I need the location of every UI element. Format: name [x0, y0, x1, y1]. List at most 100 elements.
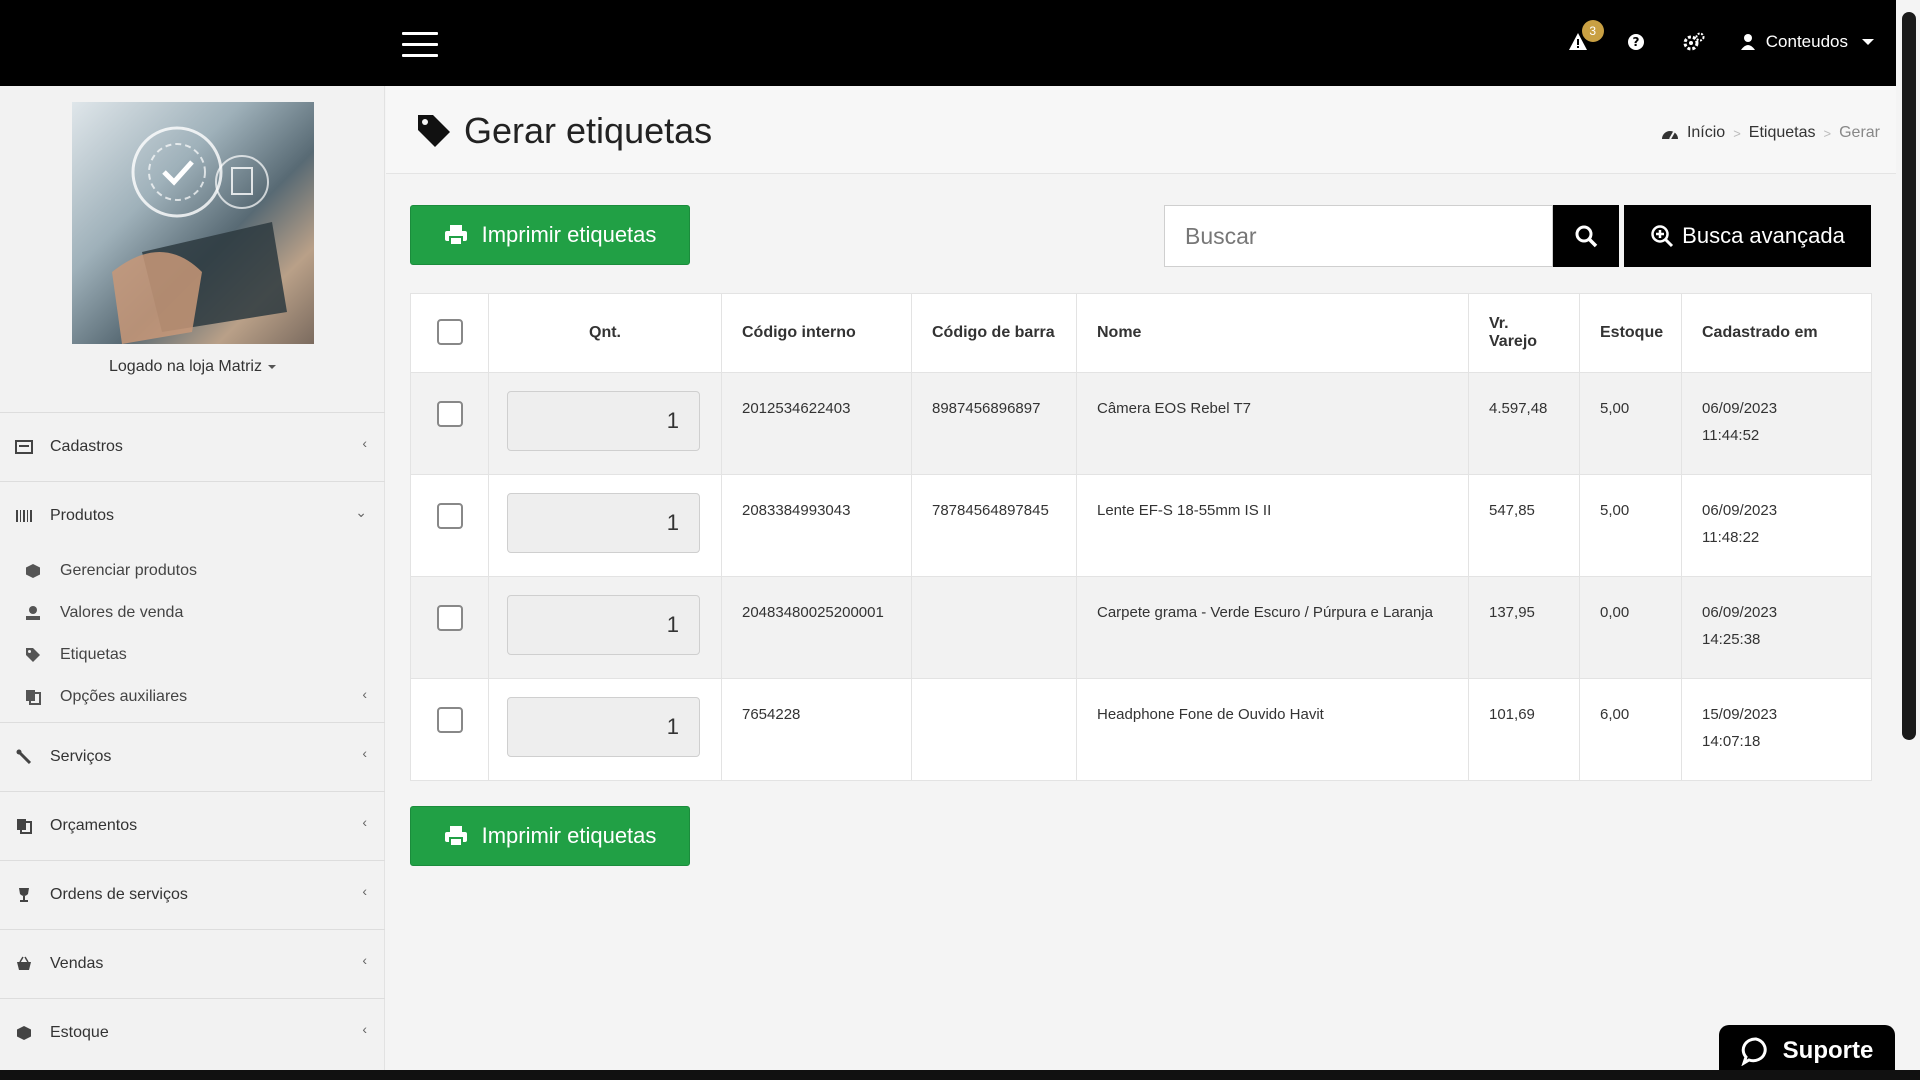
sidebar-item-produtos[interactable]: Produtos ⌄ [0, 481, 385, 550]
table-row: 7654228 Headphone Fone de Ouvido Havit 1… [410, 678, 1872, 781]
name-cell: Câmera EOS Rebel T7 [1076, 372, 1469, 475]
tag-icon [418, 115, 450, 147]
sidebar-subitem-label: Gerenciar produtos [60, 562, 197, 579]
breadcrumb-etiquetas[interactable]: Etiquetas [1749, 124, 1816, 142]
help-icon[interactable]: ? [1624, 30, 1648, 54]
created-at-cell: 06/09/2023 11:44:52 [1681, 372, 1872, 475]
row-select-cell [410, 474, 489, 577]
sidebar-item-label: Produtos [50, 507, 115, 524]
sidebar-item-label: Orçamentos [50, 817, 138, 834]
dashboard-icon [1661, 131, 1678, 140]
column-header: Estoque [1579, 293, 1682, 373]
chevron-down-icon: ⌄ [355, 504, 367, 520]
stock-cell: 0,00 [1579, 576, 1682, 679]
row-checkbox[interactable] [436, 707, 463, 733]
print-labels-button-top[interactable]: Imprimir etiquetas [410, 205, 690, 265]
qty-cell [488, 372, 722, 475]
sidebar-item-label: Estoque [50, 1024, 109, 1041]
chevron-left-icon: ‹ [362, 883, 367, 899]
stock-cell: 5,00 [1579, 474, 1682, 577]
advanced-search-button[interactable]: Busca avançada [1624, 205, 1871, 267]
sidebar-item-servicos[interactable]: Serviços ‹ [0, 722, 385, 791]
barcode-cell [911, 576, 1077, 679]
price-cell: 101,69 [1468, 678, 1580, 781]
sidebar-item-vendas[interactable]: Vendas ‹ [0, 929, 385, 998]
support-label: Suporte [1782, 1037, 1874, 1064]
copy-icon [24, 688, 42, 706]
select-all-checkbox[interactable] [436, 318, 463, 345]
created-time: 11:44:52 [1702, 427, 1760, 444]
tag-icon [24, 646, 42, 664]
barcode-icon [14, 506, 34, 526]
store-selector[interactable]: Logado na loja Matriz [0, 358, 385, 376]
box-icon [14, 1023, 34, 1043]
chevron-down-icon [1862, 39, 1874, 45]
sidebar-item-ordens-de-servicos[interactable]: Ordens de serviços ‹ [0, 860, 385, 929]
created-date: 15/09/2023 [1702, 706, 1778, 723]
sidebar-subitem-opcoes-auxiliares[interactable]: Opções auxiliares ‹ [0, 676, 385, 718]
chevron-down-icon [267, 364, 276, 369]
chevron-left-icon: ‹ [362, 1021, 367, 1037]
printer-icon [444, 225, 467, 246]
column-header: Qnt. [488, 293, 722, 373]
qty-cell [488, 576, 722, 679]
sidebar-subitem-gerenciar-produtos[interactable]: Gerenciar produtos [0, 550, 385, 592]
sidebar-subitem-label: Valores de venda [60, 604, 184, 621]
sidebar-subitem-etiquetas[interactable]: Etiquetas [0, 634, 385, 676]
row-checkbox[interactable] [436, 503, 463, 529]
qty-input[interactable] [507, 595, 700, 655]
row-select-cell [410, 576, 489, 679]
table-row: 2012534622403 8987456896897 Câmera EOS R… [410, 372, 1872, 475]
chevron-left-icon: ‹ [362, 686, 367, 702]
top-navbar: 3 ? Conteudos [0, 0, 1920, 86]
qty-input[interactable] [507, 391, 700, 451]
price-cell: 137,95 [1468, 576, 1580, 679]
created-time: 11:48:22 [1702, 529, 1760, 546]
hamburger-menu-icon[interactable] [402, 32, 438, 58]
name-cell: Carpete grama - Verde Escuro / Púrpura e… [1076, 576, 1469, 679]
sidebar-subitem-label: Etiquetas [60, 646, 127, 663]
user-menu[interactable]: Conteudos [1740, 32, 1874, 52]
breadcrumb-current: Gerar [1839, 124, 1880, 141]
produtos-submenu: Gerenciar produtos Valores de venda Etiq… [0, 550, 385, 722]
sidebar-subitem-valores-de-venda[interactable]: Valores de venda [0, 592, 385, 634]
user-menu-label: Conteudos [1765, 32, 1848, 51]
qty-input[interactable] [507, 697, 700, 757]
search-button[interactable] [1553, 205, 1619, 267]
zoom-in-icon [1651, 225, 1674, 248]
chevron-left-icon: ‹ [362, 435, 367, 451]
gears-icon[interactable] [1682, 30, 1706, 54]
print-labels-button-bottom[interactable]: Imprimir etiquetas [410, 806, 690, 866]
price-cell: 547,85 [1468, 474, 1580, 577]
name-cell: Lente EF-S 18-55mm IS II [1076, 474, 1469, 577]
price-cell: 4.597,48 [1468, 372, 1580, 475]
sidebar-item-estoque[interactable]: Estoque ‹ [0, 998, 385, 1067]
warning-icon[interactable]: 3 [1566, 20, 1604, 54]
scrollbar-thumb[interactable] [1902, 12, 1916, 740]
stock-cell: 5,00 [1579, 372, 1682, 475]
printer-icon [444, 826, 467, 847]
page-scrollbar[interactable] [1896, 0, 1920, 1070]
sidebar: Logado na loja Matriz Cadastros ‹ Produt… [0, 86, 385, 1070]
internal-code-cell: 7654228 [721, 678, 912, 781]
created-date: 06/09/2023 [1702, 604, 1778, 621]
search-input[interactable] [1164, 205, 1553, 267]
sidebar-item-orcamentos[interactable]: Orçamentos ‹ [0, 791, 385, 860]
qty-cell [488, 474, 722, 577]
created-time: 14:07:18 [1702, 733, 1761, 750]
stock-cell: 6,00 [1579, 678, 1682, 781]
breadcrumb-home[interactable]: Início [1687, 124, 1725, 142]
store-label: Logado na loja Matriz [109, 358, 262, 375]
sidebar-nav: Cadastros ‹ Produtos ⌄ Gerenciar produto… [0, 412, 385, 1067]
breadcrumb-separator: > [1823, 125, 1832, 141]
barcode-cell: 78784564897845 [911, 474, 1077, 577]
sidebar-item-cadastros[interactable]: Cadastros ‹ [0, 412, 385, 481]
breadcrumb: Início > Etiquetas > Gerar [1661, 124, 1880, 142]
qty-input[interactable] [507, 493, 700, 553]
row-select-cell [410, 678, 489, 781]
row-checkbox[interactable] [436, 401, 463, 427]
id-card-icon [14, 437, 34, 457]
created-at-cell: 15/09/2023 14:07:18 [1681, 678, 1872, 781]
row-checkbox[interactable] [436, 605, 463, 631]
created-at-cell: 06/09/2023 14:25:38 [1681, 576, 1872, 679]
